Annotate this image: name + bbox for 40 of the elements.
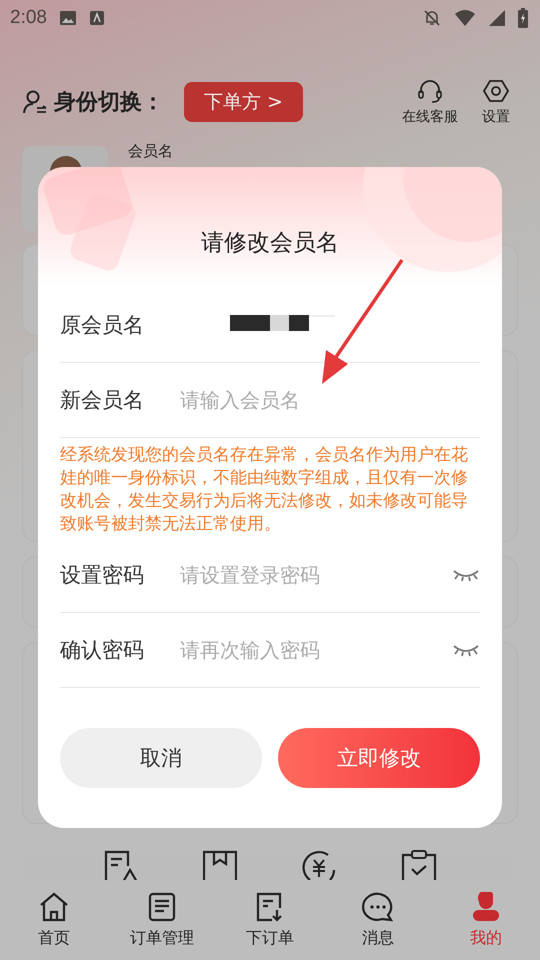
yuan-refresh-icon[interactable]: [300, 850, 338, 880]
document-icon: [148, 892, 176, 922]
chat-icon: [362, 892, 394, 922]
field-label: 设置密码: [60, 562, 145, 589]
wifi-icon: [454, 9, 476, 27]
battery-icon: [518, 8, 528, 28]
tab[interactable]: 订单管理: [112, 892, 212, 948]
tab[interactable]: 消息: [328, 892, 428, 948]
user-switch-icon: [22, 89, 48, 115]
input-field[interactable]: 请输入会员名: [180, 388, 480, 412]
settings-icon: [483, 78, 509, 104]
field-label: 确认密码: [60, 637, 145, 664]
eye-closed-icon[interactable]: [452, 568, 480, 582]
header-action[interactable]: 设置: [482, 78, 510, 126]
member-name-label: 会员名: [128, 144, 173, 162]
document-download-icon: [256, 892, 284, 922]
clipboard-check-icon[interactable]: [400, 850, 436, 880]
box-icon[interactable]: [202, 850, 236, 880]
person-icon: [471, 892, 501, 922]
eye-closed-icon[interactable]: [452, 643, 480, 657]
dialog-title: 请修改会员名: [200, 229, 340, 258]
header-action[interactable]: 在线客服: [402, 78, 458, 126]
input-field[interactable]: 请再次输入密码: [180, 638, 424, 662]
document-warning-icon[interactable]: [104, 850, 140, 880]
signal-icon: [488, 9, 506, 27]
keyboard-icon: [88, 10, 105, 26]
image-icon: [58, 10, 77, 26]
bell-off-icon: [422, 8, 442, 28]
headset-icon: [417, 78, 443, 104]
home-icon: [38, 892, 70, 922]
field-label: 原会员名: [60, 312, 145, 339]
cancel-button[interactable]: 取消: [60, 728, 262, 788]
status-time: 2:08: [10, 7, 47, 29]
tab[interactable]: 下订单: [220, 892, 320, 948]
role-button[interactable]: 下单方 >: [184, 82, 303, 122]
field-label: 新会员名: [60, 387, 145, 414]
warning-notice: 经系统发现您的会员名存在异常，会员名作为用户在花娃的唯一身份标识，不能由纯数字组成，且仅有一次修改机会，发生交易行为后将无法修改，如未修改可能导致账号被封禁无法正常使用。: [60, 444, 469, 536]
input-field[interactable]: 请设置登录密码: [180, 563, 424, 587]
tab[interactable]: 首页: [4, 892, 104, 948]
identity-switch-label: 身份切换：: [54, 89, 164, 117]
